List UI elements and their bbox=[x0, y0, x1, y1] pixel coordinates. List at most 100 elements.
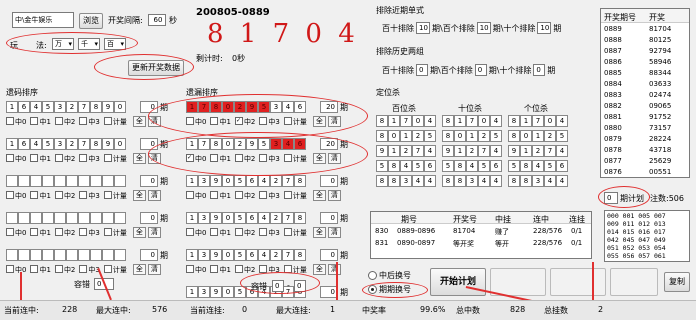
left-all-button[interactable]: 全 bbox=[132, 153, 146, 164]
pos-cell[interactable]: 2 bbox=[532, 145, 544, 157]
pos-cell[interactable]: 7 bbox=[544, 145, 556, 157]
left-period-input[interactable]: 0 bbox=[140, 101, 158, 113]
pos-cell[interactable]: 4 bbox=[556, 175, 568, 187]
left-digit-cell[interactable]: 0 bbox=[114, 138, 126, 150]
left-digit-cell[interactable] bbox=[114, 249, 126, 261]
left-digit-cell[interactable]: 9 bbox=[102, 138, 114, 150]
pos-cell[interactable]: 0 bbox=[520, 130, 532, 142]
mid-check-3[interactable]: 中3 bbox=[259, 227, 280, 238]
left-digit-cell[interactable]: 0 bbox=[114, 101, 126, 113]
left-digit-cell[interactable] bbox=[18, 212, 30, 224]
left-period-input[interactable]: 0 bbox=[140, 249, 158, 261]
left-digit-cell[interactable] bbox=[30, 175, 42, 187]
left-clear-button[interactable]: 清 bbox=[147, 116, 161, 127]
mid-check-3[interactable]: 中3 bbox=[259, 190, 280, 201]
mid-check-1[interactable]: 中1 bbox=[210, 190, 231, 201]
left-digit-cell[interactable] bbox=[90, 212, 102, 224]
left-digit-cell[interactable]: 2 bbox=[66, 101, 78, 113]
combos-list[interactable]: 000 001 005 007 009 011 012 013 014 015 … bbox=[604, 210, 690, 262]
left-digit-cell[interactable]: 1 bbox=[6, 138, 18, 150]
mid-digit-cell[interactable]: 5 bbox=[234, 249, 246, 261]
mid-check-0[interactable]: 中0 bbox=[186, 264, 206, 275]
method-select-3[interactable]: 百 bbox=[104, 38, 126, 50]
left-digit-cell[interactable]: 7 bbox=[78, 138, 90, 150]
left-check-3[interactable]: 中3 bbox=[79, 264, 100, 275]
pos-cell[interactable]: 8 bbox=[508, 175, 520, 187]
platform-combo[interactable]: 中\金牛娱乐 bbox=[12, 12, 74, 28]
mid-check-3[interactable]: 中3 bbox=[259, 116, 280, 127]
exclude-row1-v2[interactable]: 10 bbox=[476, 22, 491, 34]
pos-cell[interactable]: 8 bbox=[520, 175, 532, 187]
left-check-3[interactable]: 中3 bbox=[79, 153, 100, 164]
mid-clear-button[interactable]: 清 bbox=[327, 264, 341, 275]
mid-all-button[interactable]: 全 bbox=[312, 116, 326, 127]
pos-cell[interactable]: 5 bbox=[424, 130, 436, 142]
mid-check-4[interactable]: 计量 bbox=[283, 264, 307, 275]
left-digit-cell[interactable] bbox=[54, 249, 66, 261]
pos-cell[interactable]: 7 bbox=[412, 145, 424, 157]
mid-digit-cell[interactable]: 6 bbox=[246, 212, 258, 224]
pos-cell[interactable]: 8 bbox=[442, 130, 454, 142]
pos-cell[interactable]: 4 bbox=[424, 175, 436, 187]
pos-cell[interactable]: 4 bbox=[424, 115, 436, 127]
mid-digit-cell[interactable]: 9 bbox=[246, 101, 258, 113]
pos-cell[interactable]: 8 bbox=[442, 115, 454, 127]
mid-digit-cell[interactable]: 9 bbox=[210, 286, 222, 298]
left-check-3[interactable]: 中3 bbox=[79, 116, 100, 127]
left-bet-input[interactable]: 0 bbox=[94, 278, 114, 290]
left-check-2[interactable]: 中2 bbox=[54, 153, 75, 164]
left-digit-cell[interactable]: 8 bbox=[90, 138, 102, 150]
left-digit-cell[interactable] bbox=[78, 212, 90, 224]
pos-cell[interactable]: 8 bbox=[376, 130, 388, 142]
mid-check-4[interactable]: 计量 bbox=[283, 153, 307, 164]
left-check-1[interactable]: 中1 bbox=[30, 153, 51, 164]
left-check-0[interactable]: 中0 bbox=[6, 264, 26, 275]
mid-check-3[interactable]: 中3 bbox=[259, 264, 280, 275]
mid-digit-cell[interactable]: 5 bbox=[234, 286, 246, 298]
pos-cell[interactable]: 5 bbox=[544, 160, 556, 172]
pos-cell[interactable]: 7 bbox=[466, 115, 478, 127]
mid-digit-cell[interactable]: 1 bbox=[186, 101, 198, 113]
mid-all-button[interactable]: 全 bbox=[312, 264, 326, 275]
mid-check-2[interactable]: 中2 bbox=[234, 190, 255, 201]
left-digit-cell[interactable] bbox=[42, 249, 54, 261]
pos-cell[interactable]: 1 bbox=[454, 115, 466, 127]
mid-digit-cell[interactable]: 9 bbox=[210, 175, 222, 187]
pos-cell[interactable]: 1 bbox=[466, 130, 478, 142]
mid-digit-cell[interactable]: 4 bbox=[282, 138, 294, 150]
mid-all-button[interactable]: 全 bbox=[312, 227, 326, 238]
mid-digit-cell[interactable]: 3 bbox=[198, 249, 210, 261]
exclude-row2-v3[interactable]: 0 bbox=[533, 64, 546, 76]
mid-digit-cell[interactable]: 0 bbox=[222, 138, 234, 150]
pos-cell[interactable]: 4 bbox=[466, 160, 478, 172]
left-check-1[interactable]: 中1 bbox=[30, 190, 51, 201]
left-check-2[interactable]: 中2 bbox=[54, 190, 75, 201]
left-digit-cell[interactable] bbox=[66, 249, 78, 261]
mid-digit-cell[interactable]: 7 bbox=[282, 212, 294, 224]
pos-cell[interactable]: 2 bbox=[412, 130, 424, 142]
mid-check-4[interactable]: 计量 bbox=[283, 190, 307, 201]
pos-cell[interactable]: 3 bbox=[466, 175, 478, 187]
left-check-3[interactable]: 中3 bbox=[79, 190, 100, 201]
pos-cell[interactable]: 0 bbox=[412, 115, 424, 127]
left-digit-cell[interactable] bbox=[6, 175, 18, 187]
left-period-input[interactable]: 0 bbox=[140, 175, 158, 187]
mid-period-input[interactable]: 0 bbox=[320, 286, 338, 298]
exclude-row2-v1[interactable]: 0 bbox=[416, 64, 428, 76]
mid-clear-button[interactable]: 清 bbox=[327, 116, 341, 127]
left-digit-cell[interactable] bbox=[54, 175, 66, 187]
pos-cell[interactable]: 8 bbox=[388, 175, 400, 187]
mid-clear-button[interactable]: 清 bbox=[327, 153, 341, 164]
pos-cell[interactable]: 9 bbox=[376, 145, 388, 157]
left-digit-cell[interactable]: 7 bbox=[78, 101, 90, 113]
pos-cell[interactable]: 4 bbox=[532, 160, 544, 172]
mid-digit-cell[interactable]: 9 bbox=[246, 138, 258, 150]
left-digit-cell[interactable] bbox=[30, 249, 42, 261]
mid-digit-cell[interactable]: 5 bbox=[258, 138, 270, 150]
pos-cell[interactable]: 5 bbox=[412, 160, 424, 172]
left-digit-cell[interactable]: 4 bbox=[30, 101, 42, 113]
left-check-1[interactable]: 中1 bbox=[30, 227, 51, 238]
left-digit-cell[interactable]: 3 bbox=[54, 101, 66, 113]
pos-cell[interactable]: 4 bbox=[412, 175, 424, 187]
mid-digit-cell[interactable]: 2 bbox=[270, 249, 282, 261]
